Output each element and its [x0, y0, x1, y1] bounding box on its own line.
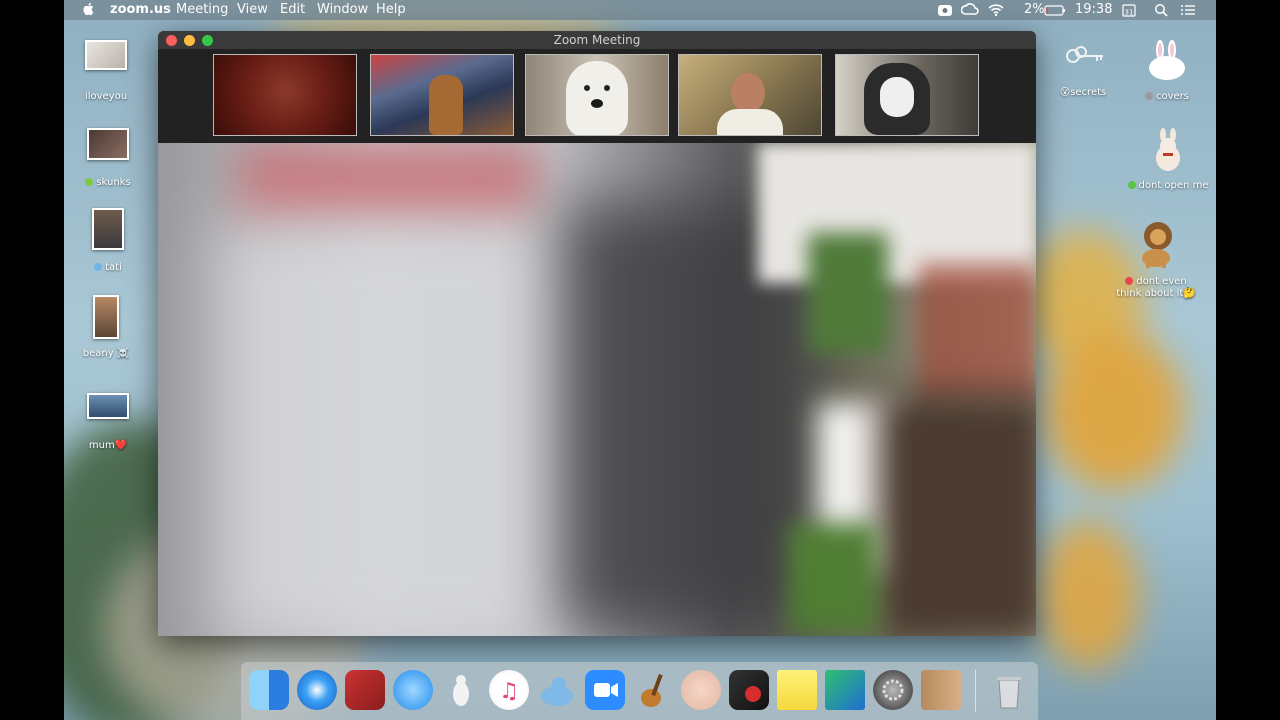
dog-face — [880, 77, 914, 117]
dog-eye — [584, 85, 590, 91]
person-figure — [731, 73, 765, 113]
face-app-icon[interactable] — [681, 670, 721, 710]
desktop-folder-secrets[interactable]: 😮secrets — [1052, 42, 1114, 98]
bunny-icon — [1149, 40, 1185, 80]
spotlight-search-icon[interactable] — [1154, 2, 1168, 18]
tag-dot — [1144, 92, 1153, 100]
desktop-icon-label: covers — [1155, 91, 1189, 102]
video-background-grass — [788, 523, 878, 633]
dock: ♫ — [241, 662, 1038, 720]
desktop-folder-covers[interactable]: covers — [1132, 40, 1202, 102]
garageband-icon[interactable] — [633, 670, 673, 710]
video-background-plant — [808, 233, 888, 353]
rabbit-figurine-icon — [1156, 128, 1180, 171]
participant-video-tile[interactable] — [525, 54, 669, 136]
participant-video-tile[interactable] — [678, 54, 822, 136]
desktop-icon-label: iloveyou — [84, 91, 128, 102]
tag-dot — [94, 263, 103, 271]
menu-bar: zoom.us Meeting View Edit Window Help 2%… — [64, 0, 1216, 20]
keys-icon — [1066, 46, 1103, 63]
video-blur-brown — [878, 393, 1036, 636]
clock-time[interactable]: 19:38 — [1075, 2, 1112, 18]
menu-view[interactable]: View — [237, 2, 268, 18]
emoji-suffix: 🤔 — [1183, 288, 1196, 299]
safari-icon[interactable] — [297, 670, 337, 710]
battery-percent: 2% — [1024, 2, 1045, 17]
menu-edit[interactable]: Edit — [280, 2, 305, 18]
folder-thumbnail — [93, 295, 119, 339]
dog-eye — [604, 85, 610, 91]
video-blur-white — [218, 223, 578, 636]
desktop-folder-iloveyou[interactable]: iloveyou — [78, 40, 134, 102]
participant-strip — [158, 49, 1036, 143]
video-background-fence — [918, 263, 1036, 403]
contacts-icon[interactable] — [921, 670, 961, 710]
desktop-folder-dont-even-think[interactable]: dont even think about it🤔 — [1112, 218, 1200, 300]
desktop-icon-label: dont open me — [1138, 180, 1209, 191]
preview-icon[interactable] — [825, 670, 865, 710]
calendar-icon[interactable]: 31 — [1122, 2, 1136, 18]
itunes-icon[interactable]: ♫ — [489, 670, 529, 710]
dog-nose — [591, 99, 603, 108]
tag-dot — [85, 178, 94, 186]
stickies-icon[interactable] — [777, 670, 817, 710]
dog-figure — [429, 75, 463, 135]
desktop-icon-label: skunks — [96, 177, 131, 188]
participant-video-tile[interactable] — [370, 54, 514, 136]
folder-thumbnail — [85, 40, 127, 70]
photo-app-icon[interactable] — [729, 670, 769, 710]
screen-record-icon[interactable] — [938, 2, 952, 18]
video-blur-red — [238, 143, 538, 223]
finder-icon[interactable] — [249, 670, 289, 710]
zoom-icon[interactable] — [585, 670, 625, 710]
lion-icon — [1142, 222, 1172, 268]
menu-meeting[interactable]: Meeting — [176, 2, 228, 18]
creative-cloud-icon[interactable] — [960, 2, 979, 18]
notification-center-icon[interactable] — [1180, 2, 1196, 18]
video-background-wall — [758, 143, 1036, 283]
participant-video-tile[interactable] — [213, 54, 357, 136]
desktop-icon-label: mum❤️ — [88, 440, 128, 451]
emoji-prefix: 😮 — [1059, 87, 1071, 98]
tag-dot — [1127, 181, 1136, 189]
desktop-icon-label: tati — [105, 262, 122, 273]
svg-text:31: 31 — [1125, 9, 1134, 17]
desktop-icon-label: secrets — [1070, 87, 1107, 98]
window-title-bar[interactable]: Zoom Meeting — [158, 31, 1036, 49]
voice-utility-icon[interactable] — [441, 670, 481, 710]
menu-help[interactable]: Help — [376, 2, 406, 18]
active-speaker-video[interactable] — [158, 143, 1036, 636]
menu-window[interactable]: Window — [317, 2, 368, 18]
participant-video-tile[interactable] — [835, 54, 979, 136]
person-shirt — [717, 109, 783, 135]
folder-thumbnail — [87, 393, 129, 419]
system-preferences-icon[interactable] — [873, 670, 913, 710]
desktop-folder-mum[interactable]: mum❤️ — [78, 393, 138, 451]
folder-thumbnail — [87, 128, 129, 160]
apple-icon[interactable] — [82, 2, 94, 16]
messages-icon[interactable] — [393, 670, 433, 710]
desktop-folder-tati[interactable]: tati — [78, 208, 138, 273]
zoom-meeting-window: Zoom Meeting — [158, 31, 1036, 636]
desktop-folder-dont-open-me[interactable]: dont open me — [1120, 128, 1216, 191]
desktop-folder-beany[interactable]: beany ☠️ — [78, 295, 134, 359]
folder-thumbnail — [92, 208, 124, 250]
menu-app-name[interactable]: zoom.us — [110, 2, 171, 18]
photo-booth-icon[interactable] — [345, 670, 385, 710]
window-title: Zoom Meeting — [553, 33, 641, 47]
seal-app-icon[interactable] — [537, 670, 577, 710]
desktop-icon-label: beany ☠️ — [82, 348, 130, 359]
svg-text:♫: ♫ — [499, 679, 519, 704]
trash-icon[interactable] — [989, 670, 1029, 710]
dock-separator — [975, 670, 976, 712]
tag-dot — [1125, 277, 1134, 285]
wifi-icon[interactable] — [988, 2, 1004, 18]
desktop-folder-skunks[interactable]: skunks — [78, 128, 138, 188]
battery-icon[interactable] — [1044, 2, 1066, 18]
